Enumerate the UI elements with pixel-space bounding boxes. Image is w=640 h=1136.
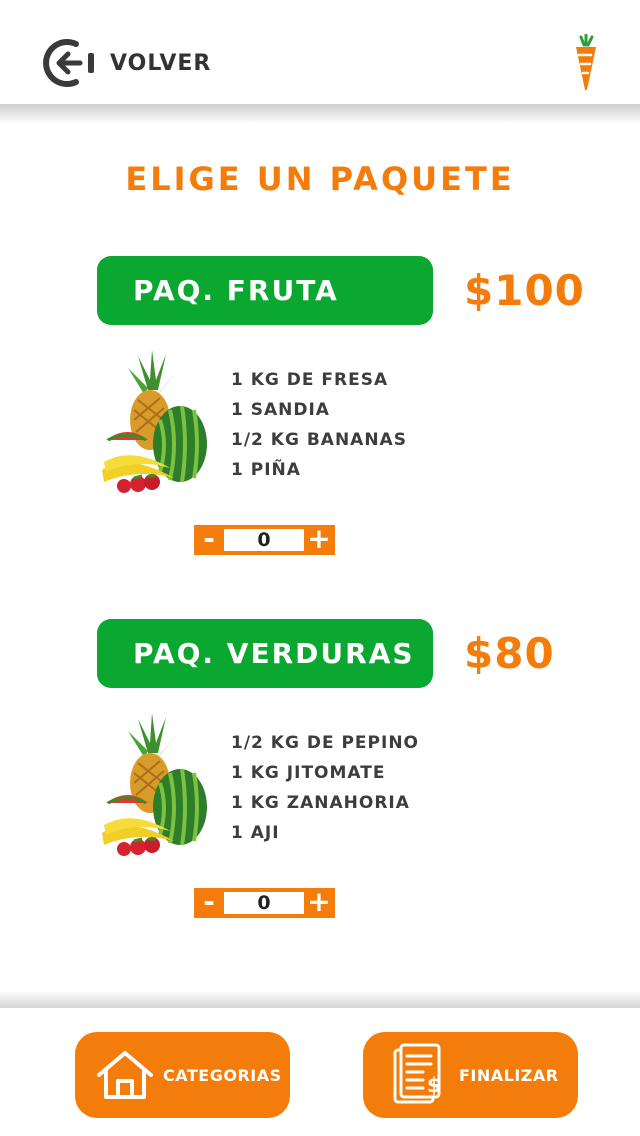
list-item: 1 AJI [231, 823, 280, 843]
package-items-list: 1/2 KG DE PEPINO 1 KG JITOMATE 1 KG ZANA… [231, 728, 419, 848]
quantity-field[interactable]: 0 [224, 892, 304, 914]
package-name: PAQ. FRUTA [133, 274, 339, 307]
decrement-button[interactable]: - [194, 525, 224, 555]
svg-text:$: $ [427, 1073, 441, 1097]
quantity-stepper: - 0 + [194, 888, 335, 918]
finish-button[interactable]: $ FINALIZAR [363, 1032, 578, 1118]
decrement-button[interactable]: - [194, 888, 224, 918]
header: VOLVER [0, 0, 640, 105]
list-item: 1/2 KG DE PEPINO [231, 733, 420, 753]
package-name: PAQ. VERDURAS [133, 637, 415, 670]
quantity-field[interactable]: 0 [224, 529, 304, 551]
categories-button[interactable]: CATEGORIAS [75, 1032, 290, 1118]
package-price: $80 [464, 629, 555, 678]
page-title: ELIGE UN PAQUETE [125, 160, 515, 198]
package-fruta-header[interactable]: PAQ. FRUTA [97, 256, 433, 325]
increment-button[interactable]: + [304, 525, 334, 555]
package-verduras-header[interactable]: PAQ. VERDURAS [97, 619, 433, 688]
home-icon [97, 1051, 153, 1099]
finish-label: FINALIZAR [459, 1065, 559, 1085]
back-button[interactable]: VOLVER [42, 36, 211, 90]
back-arrow-icon [43, 39, 94, 87]
increment-button[interactable]: + [304, 888, 334, 918]
fruit-image [102, 713, 207, 856]
header-shadow [0, 104, 640, 124]
back-label: VOLVER [110, 50, 212, 76]
list-item: 1/2 KG BANANAS [231, 430, 407, 450]
list-item: 1 KG JITOMATE [231, 763, 386, 783]
list-item: 1 PIÑA [231, 460, 301, 480]
quantity-stepper: - 0 + [194, 525, 335, 555]
carrot-logo-icon [576, 34, 596, 90]
list-item: 1 KG ZANAHORIA [231, 793, 410, 813]
categories-label: CATEGORIAS [163, 1065, 282, 1085]
package-price: $100 [464, 266, 585, 315]
list-item: 1 KG DE FRESA [231, 370, 389, 390]
footer-shadow [0, 990, 640, 1010]
package-items-list: 1 KG DE FRESA 1 SANDIA 1/2 KG BANANAS 1 … [231, 365, 407, 485]
fruit-image [102, 350, 207, 493]
list-item: 1 SANDIA [231, 400, 330, 420]
invoice-icon: $ [393, 1043, 441, 1104]
